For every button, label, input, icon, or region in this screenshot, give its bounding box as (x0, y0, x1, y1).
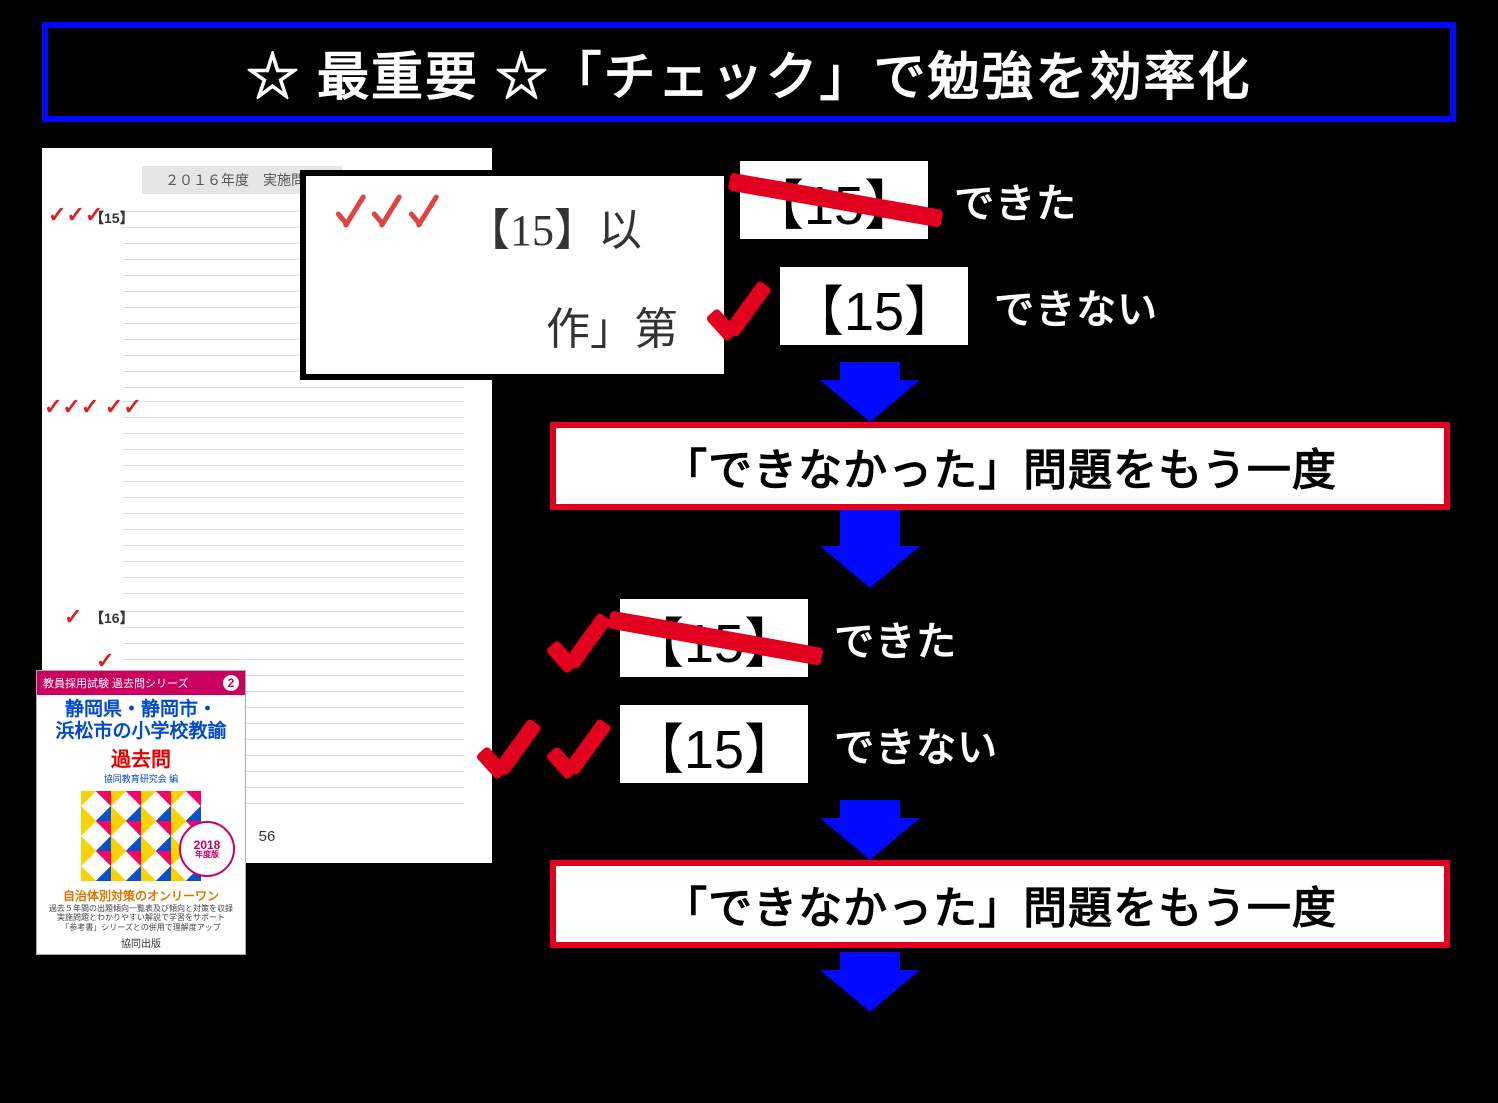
row-note: できた (834, 609, 957, 667)
book-tagline: 自治体別対策のオンリーワン (37, 887, 245, 904)
red-check-icon (372, 188, 408, 234)
book-year-badge: 2018 年度版 (179, 821, 235, 877)
repeat-banner: 「できなかった」問題をもう一度 (550, 860, 1450, 948)
book-title-line: 浜松市の小学校教諭 (37, 721, 245, 743)
row-note: できた (954, 171, 1077, 229)
red-check-icon (550, 709, 620, 779)
arrow-down-icon (820, 800, 920, 860)
book-series-number: 2 (223, 675, 239, 691)
q-chip: 【15】 (620, 599, 808, 677)
question-number-16: 【16】 (90, 608, 134, 628)
book-editor: 協同教育研究会 編 (37, 772, 245, 785)
book-publisher: 協同出版 (37, 935, 245, 950)
book-series-strap: 教員採用試験 過去問シリーズ 2 (37, 671, 245, 695)
row-note: できない (834, 715, 998, 773)
book-desc-line: 「参考書」シリーズとの併用で理解度アップ (43, 923, 239, 933)
red-check-icon (710, 271, 780, 341)
book-series-label: 教員採用試験 過去問シリーズ (43, 675, 189, 691)
red-check-icon: ✓✓✓ (48, 202, 103, 228)
book-title-line: 静岡県・静岡市・ (37, 699, 245, 721)
book-desc-line: 過去５年間の出題傾向一覧表及び傾向と対策を収録 (43, 904, 239, 914)
arrow-down-icon (820, 952, 920, 1012)
book-subtitle: 過去問 (37, 743, 245, 772)
arrow-down-icon (820, 510, 920, 588)
book-cover: 教員採用試験 過去問シリーズ 2 静岡県・静岡市・ 浜松市の小学校教諭 過去問 … (36, 670, 246, 955)
red-check-icon (409, 188, 445, 234)
q-chip: 【15】 (740, 161, 928, 239)
q-chip: 【15】 (620, 705, 808, 783)
title-box: ☆ 最重要 ☆「チェック」で勉強を効率化 (42, 22, 1456, 122)
inset-checks (336, 188, 441, 239)
arrow-down-icon (820, 362, 920, 422)
flow-row: 【15】 できない (480, 694, 1458, 794)
book-desc-line: 実施問題とわかりやすい解説で学習をサポート (43, 913, 239, 923)
red-check-icon: ✓ (64, 604, 82, 630)
flow-row: 【15】 できない (710, 256, 1458, 356)
flow-row: 【15】 できた (740, 150, 1458, 250)
study-flow: 【15】 できた 【15】 できない 「できなかった」問題をもう一度 【15】 … (540, 150, 1458, 1103)
paragraph-block (122, 398, 464, 598)
row-note: できない (994, 277, 1158, 335)
book-title: 静岡県・静岡市・ 浜松市の小学校教諭 (37, 695, 245, 743)
flow-row: 【15】 できた (550, 588, 1458, 688)
page-title: ☆ 最重要 ☆「チェック」で勉強を効率化 (247, 35, 1252, 110)
red-check-icon: ✓✓✓ ✓✓ (44, 394, 142, 420)
book-desc: 過去５年間の出題傾向一覧表及び傾向と対策を収録 実施問題とわかりやすい解説で学習… (37, 904, 245, 933)
red-check-icon (480, 709, 550, 779)
q-chip: 【15】 (780, 267, 968, 345)
repeat-banner: 「できなかった」問題をもう一度 (550, 422, 1450, 510)
badge-small: 年度版 (195, 851, 219, 859)
red-check-icon (336, 188, 372, 234)
